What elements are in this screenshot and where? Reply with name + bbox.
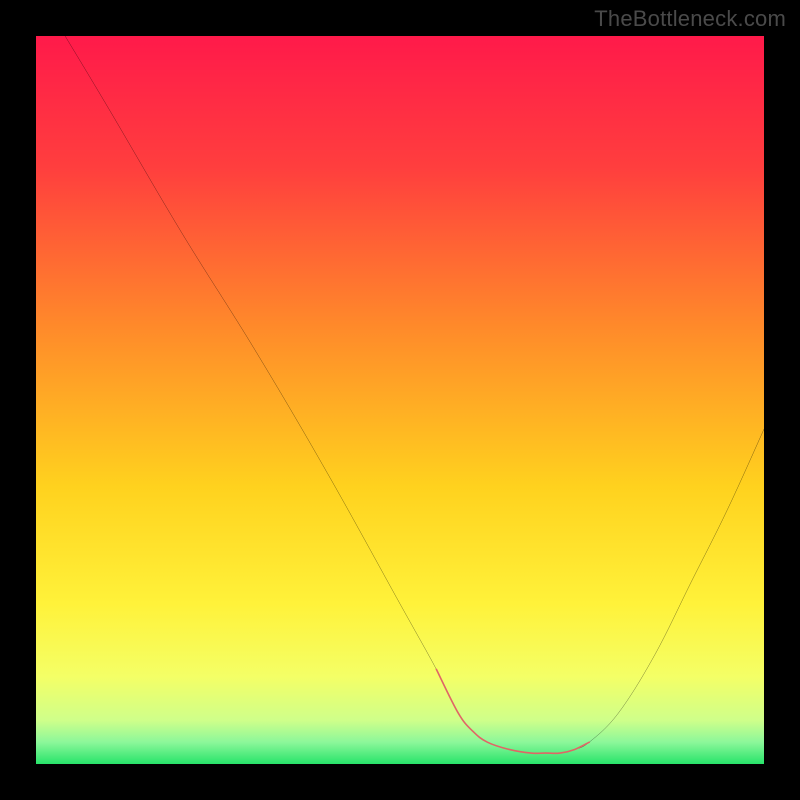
- watermark-text: TheBottleneck.com: [594, 6, 786, 32]
- chart-area: [36, 36, 764, 764]
- chart-svg: [36, 36, 764, 764]
